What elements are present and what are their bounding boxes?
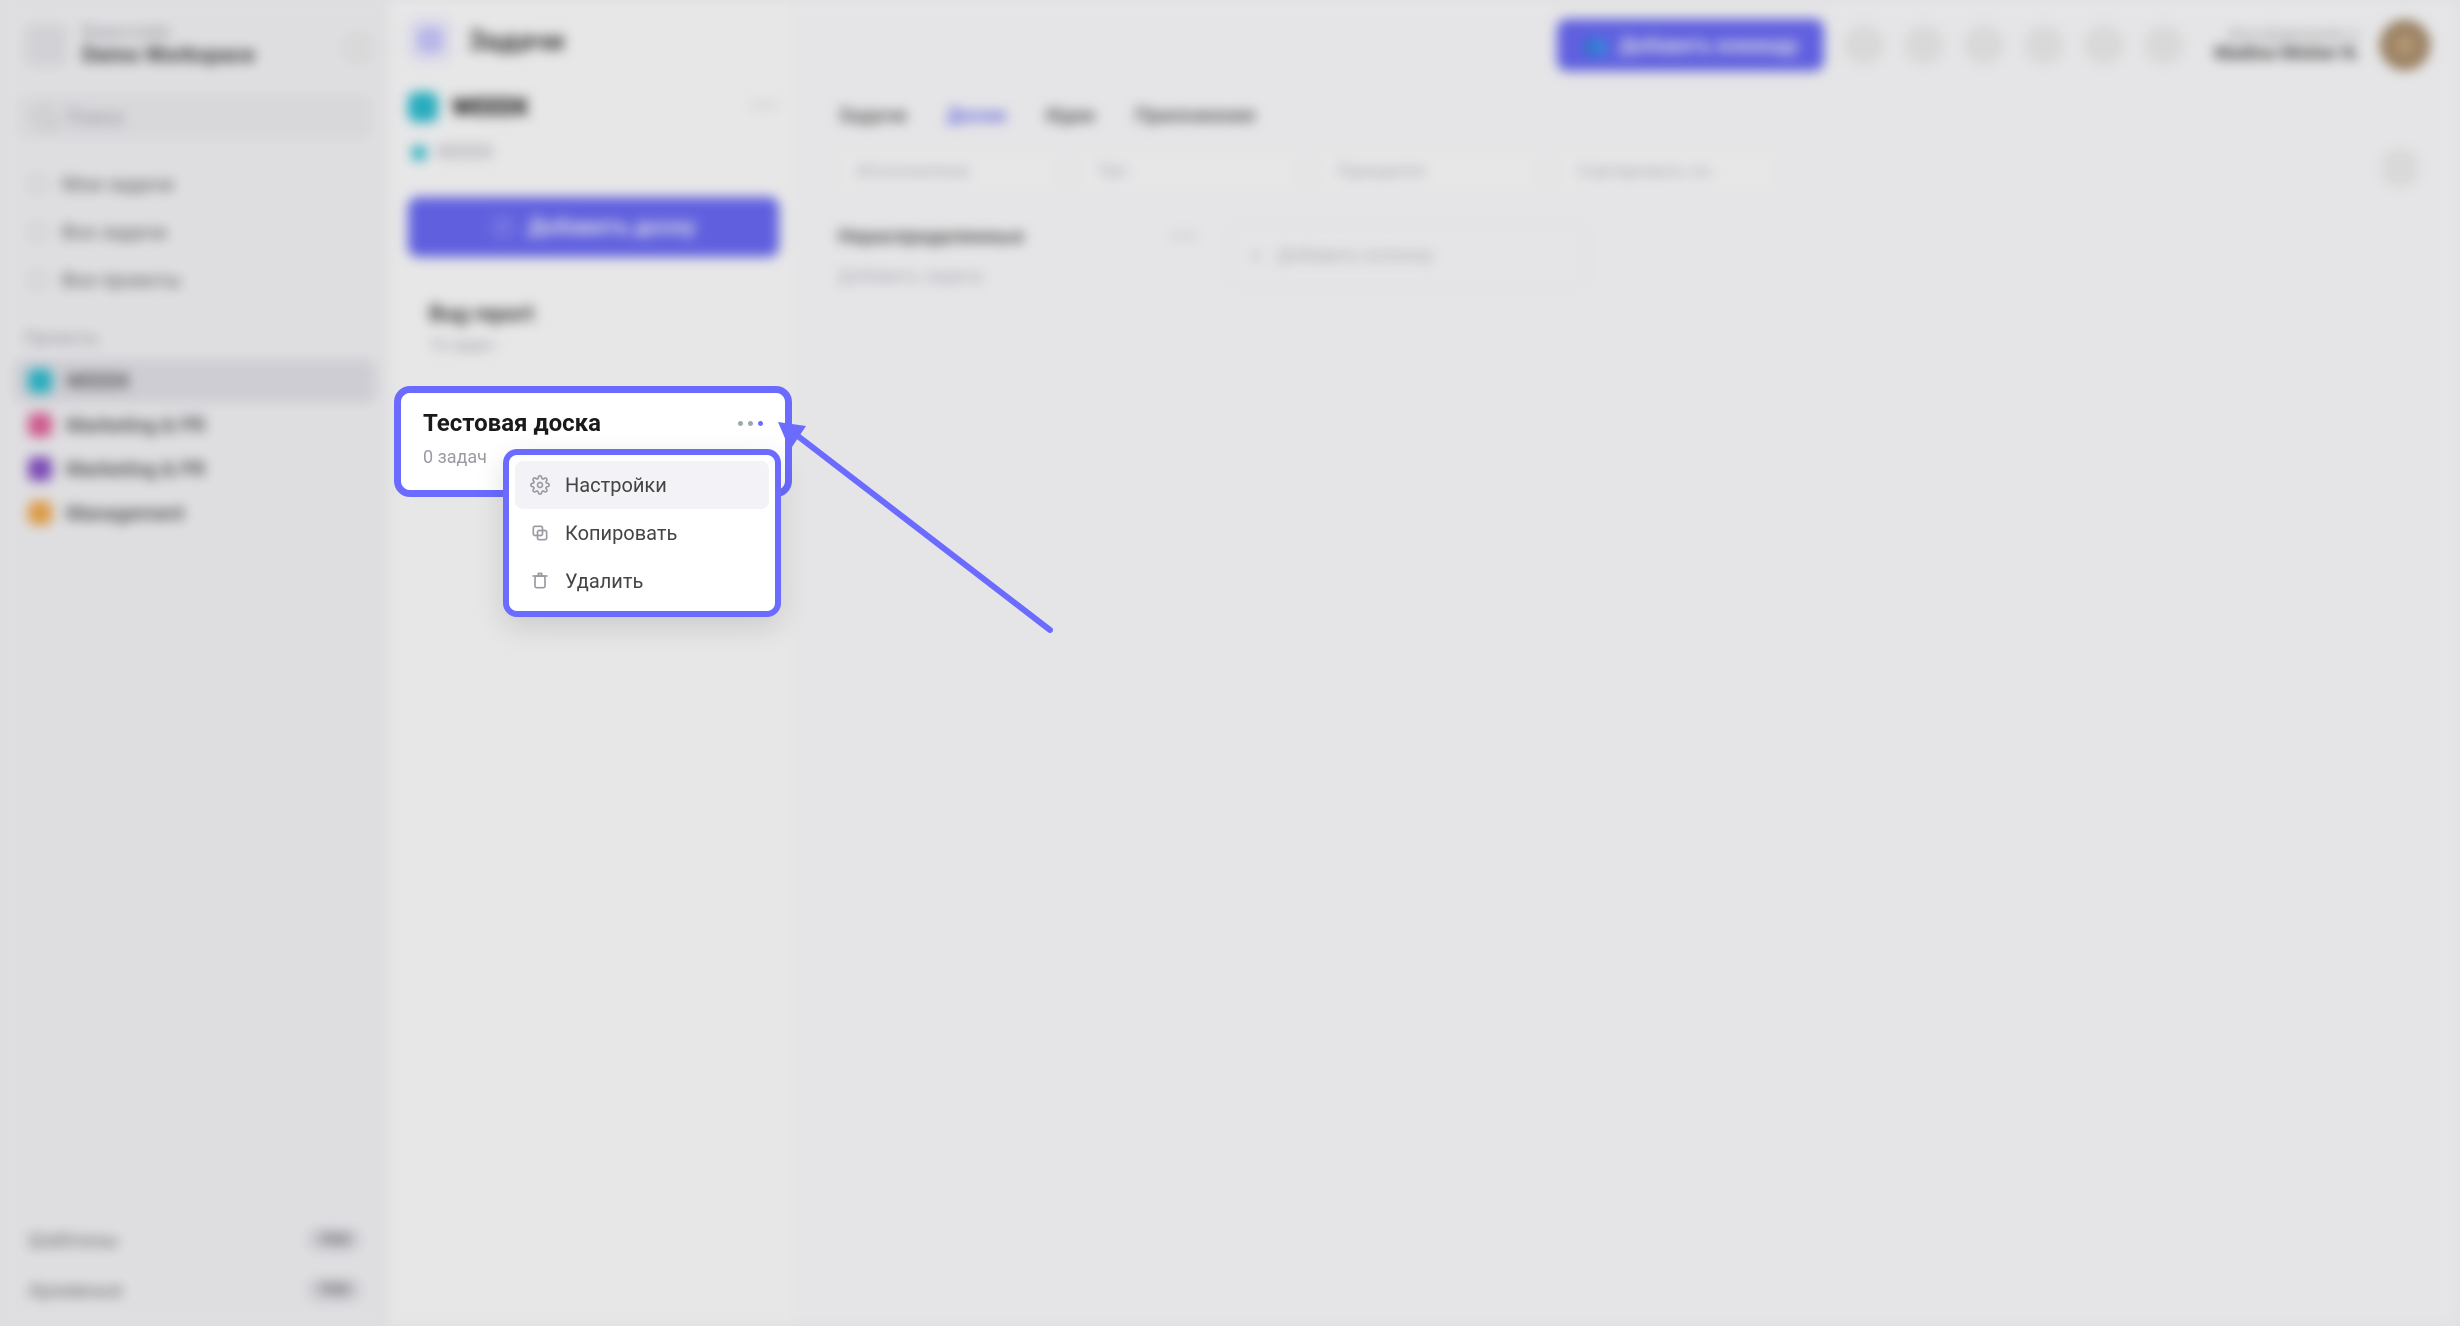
copy-icon <box>529 522 551 544</box>
menu-item-settings[interactable]: Настройки <box>515 461 769 509</box>
board-card-title: Тестовая доска <box>423 409 601 437</box>
trash-icon <box>529 570 551 592</box>
board-context-menu: Настройки Копировать Удалить <box>503 449 781 617</box>
modal-backdrop <box>0 0 2460 1326</box>
menu-item-copy[interactable]: Копировать <box>515 509 769 557</box>
menu-item-delete[interactable]: Удалить <box>515 557 769 605</box>
gear-icon <box>529 474 551 496</box>
more-icon[interactable] <box>738 421 763 426</box>
